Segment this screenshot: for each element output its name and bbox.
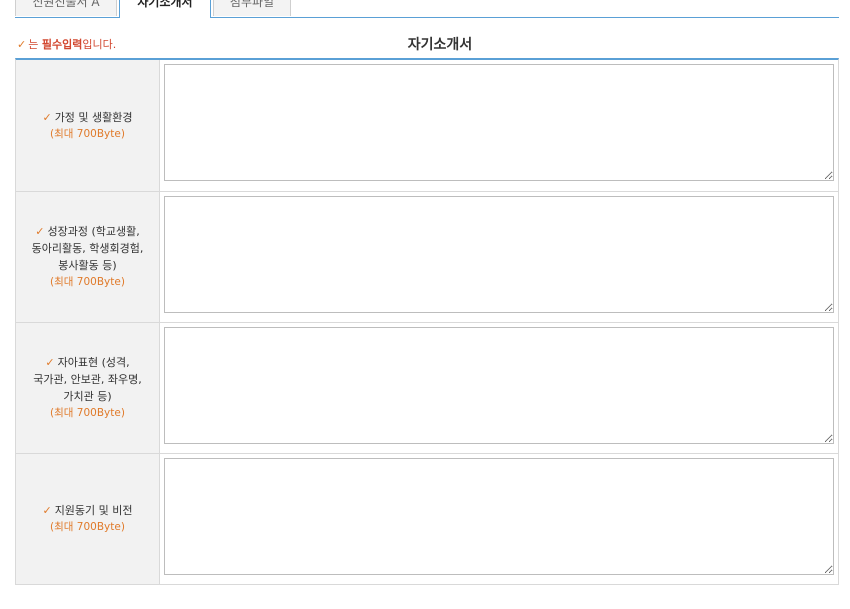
field-label-text: 가정 및 생활환경 xyxy=(54,110,133,124)
field-input-cell xyxy=(160,192,838,322)
field-label-text: 성장과정 (학교생활, xyxy=(47,225,140,238)
required-note: ✓ 는 필수입력입니다. xyxy=(17,36,116,52)
field-label-line: ✓ 가정 및 생활환경 xyxy=(42,109,132,126)
check-icon: ✓ xyxy=(42,504,52,517)
field-row-growth: ✓ 성장과정 (학교생활, 동아리활동, 학생회경험, 봉사활동 등) (최대 7… xyxy=(16,192,838,323)
field-input-cell xyxy=(160,454,838,584)
field-label-line: 가치관 등) xyxy=(63,390,112,403)
field-limit: (최대 700Byte) xyxy=(50,521,125,533)
check-icon: ✓ xyxy=(17,38,27,51)
self-expression-textarea[interactable] xyxy=(164,327,834,444)
tab-bar: 신원진술서 A 자기소개서 첨부파일 xyxy=(15,0,839,18)
field-label-line: ✓ 자아표현 (성격, xyxy=(45,354,129,371)
tab-self-introduction[interactable]: 자기소개서 xyxy=(119,0,211,18)
field-limit: (최대 700Byte) xyxy=(50,276,125,288)
field-label: ✓ 가정 및 생활환경 (최대 700Byte) xyxy=(16,60,160,191)
field-limit: (최대 700Byte) xyxy=(50,127,125,140)
field-input-cell xyxy=(160,60,838,191)
field-input-cell xyxy=(160,323,838,453)
self-introduction-form: ✓ 가정 및 생활환경 (최대 700Byte) ✓ 성장과정 (학교생활, 동아리… xyxy=(15,58,839,585)
tab-attachments[interactable]: 첨부파일 xyxy=(213,0,291,16)
field-label-text: 지원동기 및 비전 xyxy=(54,504,133,517)
check-icon: ✓ xyxy=(45,356,55,369)
tab-identity-statement-a[interactable]: 신원진술서 A xyxy=(15,0,117,16)
field-label-line: 국가관, 안보관, 좌우명, xyxy=(33,373,142,386)
required-note-bold: 필수입력 xyxy=(41,38,83,51)
field-label-line: 봉사활동 등) xyxy=(58,259,117,272)
field-label-line: ✓ 성장과정 (학교생활, xyxy=(35,223,139,240)
field-row-motivation: ✓ 지원동기 및 비전 (최대 700Byte) xyxy=(16,454,838,585)
check-icon: ✓ xyxy=(35,225,45,238)
motivation-vision-textarea[interactable] xyxy=(164,458,834,575)
required-note-suffix: 입니다. xyxy=(82,38,117,51)
field-label-line: ✓ 지원동기 및 비전 xyxy=(42,502,132,519)
field-label-text: 자아표현 (성격, xyxy=(57,356,130,369)
field-label-line: 동아리활동, 학생회경험, xyxy=(31,242,144,255)
family-environment-textarea[interactable] xyxy=(164,64,834,181)
field-row-self-expression: ✓ 자아표현 (성격, 국가관, 안보관, 좌우명, 가치관 등) (최대 700… xyxy=(16,323,838,454)
field-label: ✓ 자아표현 (성격, 국가관, 안보관, 좌우명, 가치관 등) (최대 700… xyxy=(16,323,160,453)
field-limit: (최대 700Byte) xyxy=(50,407,125,419)
field-row-family: ✓ 가정 및 생활환경 (최대 700Byte) xyxy=(16,60,838,192)
growth-process-textarea[interactable] xyxy=(164,196,834,313)
section-title: 자기소개서 xyxy=(407,37,473,53)
field-label: ✓ 지원동기 및 비전 (최대 700Byte) xyxy=(16,454,160,584)
check-icon: ✓ xyxy=(42,110,52,124)
field-label: ✓ 성장과정 (학교생활, 동아리활동, 학생회경험, 봉사활동 등) (최대 7… xyxy=(16,192,160,322)
required-note-prefix: 는 xyxy=(28,38,42,51)
